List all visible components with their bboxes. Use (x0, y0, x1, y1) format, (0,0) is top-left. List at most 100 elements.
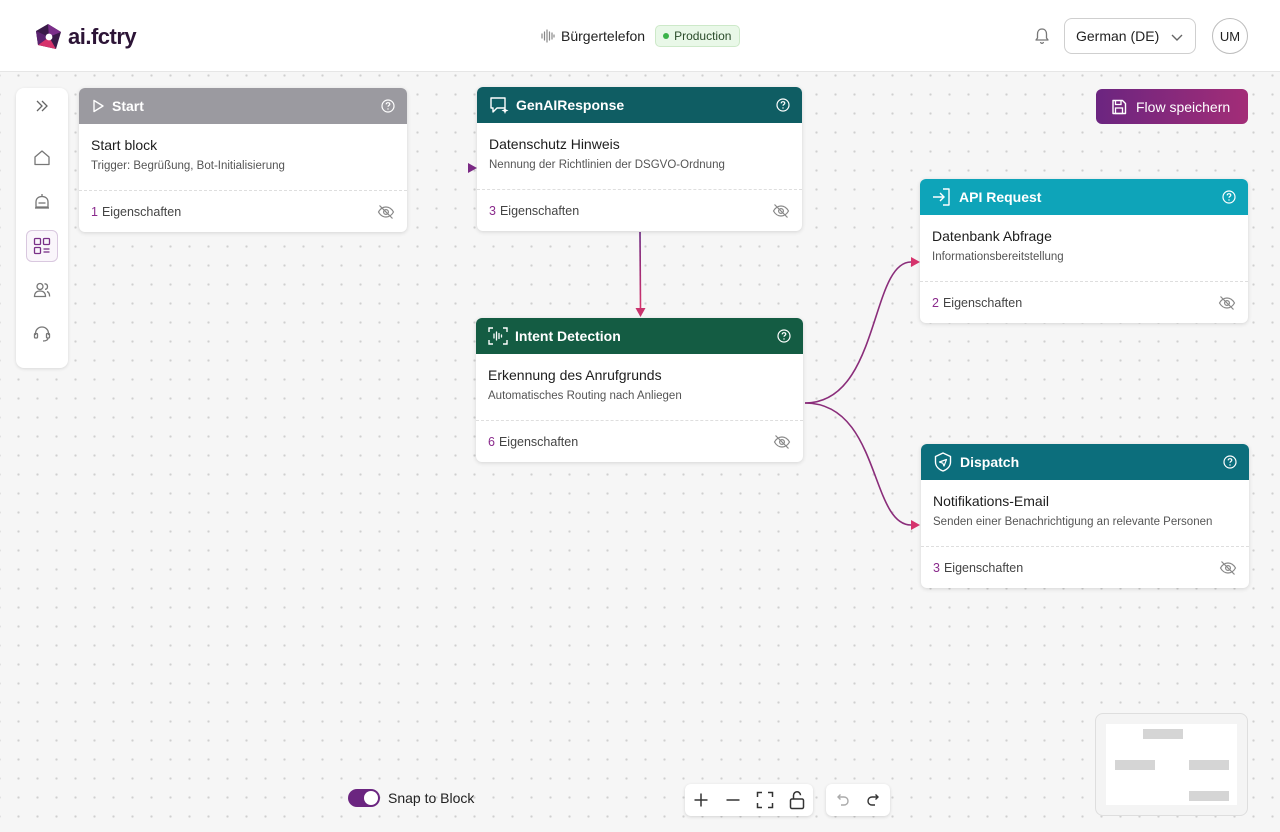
properties-label: Eigenschaften (943, 560, 1024, 575)
node-dispatch-body: Notifikations-Email Senden einer Benachr… (921, 480, 1249, 547)
zoom-out-button[interactable] (717, 784, 749, 816)
logo[interactable]: ai.fctry (34, 22, 137, 52)
node-type-label: Start (112, 98, 144, 114)
node-title: Datenschutz Hinweis (489, 136, 620, 152)
login-arrow-icon (933, 188, 950, 206)
status-badge: Production (655, 25, 741, 47)
node-start-properties[interactable]: 1 Eigenschaften (79, 191, 407, 232)
users-icon (33, 282, 51, 298)
edge-arrow (911, 520, 920, 530)
sidebar-expand-button[interactable] (26, 90, 58, 122)
node-dispatch-header[interactable]: Dispatch (921, 444, 1249, 480)
logo-text: ai.fctry (68, 24, 137, 49)
node-intent-detection[interactable]: Intent Detection Erkennung des Anrufgrun… (476, 318, 803, 462)
node-api-header[interactable]: API Request (920, 179, 1248, 215)
node-title: Start block (91, 137, 158, 153)
node-api-request[interactable]: API Request Datenbank Abfrage Informatio… (920, 179, 1248, 323)
sidebar-item-support[interactable] (26, 318, 58, 350)
eye-off-icon[interactable] (772, 203, 790, 219)
chevron-down-icon (1171, 34, 1183, 41)
properties-count: 3 (933, 560, 940, 575)
bell-icon (1035, 28, 1049, 45)
undo-button[interactable] (826, 784, 858, 816)
unlock-icon (789, 791, 805, 810)
minimap-viewport (1106, 724, 1237, 805)
edge-arrow (911, 257, 920, 267)
bot-icon (35, 194, 49, 209)
top-bar: ai.fctry Bürgertelefon Production German… (0, 0, 1280, 72)
edge-genai-intent[interactable] (639, 231, 642, 309)
node-type-label: API Request (959, 189, 1042, 205)
voice-scan-icon (488, 327, 508, 345)
play-icon (93, 99, 104, 113)
node-api-body: Datenbank Abfrage Informationsbereitstel… (920, 215, 1248, 282)
minimap-node (1115, 760, 1155, 770)
save-flow-button[interactable]: Flow speichern (1096, 89, 1248, 124)
node-start[interactable]: Start Start block Trigger: Begrüßung, Bo… (79, 88, 407, 232)
user-avatar[interactable]: UM (1212, 18, 1248, 54)
flow-title: Bürgertelefon Production (541, 25, 741, 47)
node-subtitle: Trigger: Begrüßung, Bot-Initialisierung (91, 160, 285, 172)
node-dispatch[interactable]: Dispatch Notifikations-Email Senden eine… (921, 444, 1249, 588)
eye-off-icon[interactable] (773, 434, 791, 450)
eye-off-icon[interactable] (377, 204, 395, 220)
help-icon[interactable] (1223, 455, 1237, 469)
fit-view-button[interactable] (749, 784, 781, 816)
node-intent-header[interactable]: Intent Detection (476, 318, 803, 354)
node-start-header[interactable]: Start (79, 88, 407, 124)
toggle-switch[interactable] (348, 789, 380, 807)
sidebar-item-home[interactable] (26, 142, 58, 174)
edge-intent-api[interactable] (804, 261, 912, 404)
redo-button[interactable] (858, 784, 890, 816)
properties-label: Eigenschaften (942, 295, 1023, 310)
node-type-label: Intent Detection (515, 328, 621, 344)
node-api-properties[interactable]: 2 Eigenschaften (920, 282, 1248, 323)
node-genai-properties[interactable]: 3 Eigenschaften (477, 190, 802, 231)
node-intent-body: Erkennung des Anrufgrunds Automatisches … (476, 354, 803, 421)
properties-count: 1 (91, 204, 98, 219)
expand-icon (36, 100, 48, 112)
plus-icon (694, 793, 708, 807)
lock-button[interactable] (781, 784, 813, 816)
node-dispatch-properties[interactable]: 3 Eigenschaften (921, 547, 1249, 588)
history-controls (826, 784, 890, 816)
eye-off-icon[interactable] (1219, 560, 1237, 576)
notifications-button[interactable] (1032, 26, 1052, 46)
help-icon[interactable] (777, 329, 791, 343)
properties-label: Eigenschaften (498, 434, 579, 449)
help-icon[interactable] (1222, 190, 1236, 204)
node-genai-response[interactable]: GenAIResponse Datenschutz Hinweis Nennun… (477, 87, 802, 231)
properties-count: 3 (489, 203, 496, 218)
node-start-body: Start block Trigger: Begrüßung, Bot-Init… (79, 124, 407, 191)
edge-arrow (635, 308, 646, 317)
node-type-label: GenAIResponse (516, 97, 625, 113)
node-genai-header[interactable]: GenAIResponse (477, 87, 802, 123)
node-subtitle: Informationsbereitstellung (932, 251, 1064, 263)
sidebar-item-users[interactable] (26, 274, 58, 306)
node-subtitle: Nennung der Richtlinien der DSGVO-Ordnun… (489, 159, 725, 171)
zoom-in-button[interactable] (685, 784, 717, 816)
minimap-node (1189, 760, 1229, 770)
node-title: Datenbank Abfrage (932, 228, 1052, 244)
edge-arrow (468, 163, 477, 173)
home-icon (34, 150, 50, 166)
sidebar-item-bots[interactable] (26, 186, 58, 218)
node-subtitle: Automatisches Routing nach Anliegen (488, 390, 682, 402)
node-intent-properties[interactable]: 6 Eigenschaften (476, 421, 803, 462)
snap-to-block-toggle[interactable]: Snap to Block (348, 789, 474, 807)
audio-wave-icon (541, 29, 555, 43)
help-icon[interactable] (381, 99, 395, 113)
node-genai-body: Datenschutz Hinweis Nennung der Richtlin… (477, 123, 802, 190)
sidebar-item-flows[interactable] (26, 230, 58, 262)
chat-sparkle-icon (490, 97, 509, 114)
help-icon[interactable] (776, 98, 790, 112)
canvas-controls (685, 784, 813, 816)
language-select[interactable]: German (DE) (1064, 18, 1196, 54)
user-initials: UM (1219, 28, 1241, 44)
node-subtitle: Senden einer Benachrichtigung an relevan… (933, 516, 1213, 528)
eye-off-icon[interactable] (1218, 295, 1236, 311)
edge-intent-dispatch[interactable] (804, 402, 912, 526)
logo-icon (36, 24, 61, 49)
fullscreen-icon (756, 791, 774, 809)
minimap[interactable] (1095, 713, 1248, 816)
